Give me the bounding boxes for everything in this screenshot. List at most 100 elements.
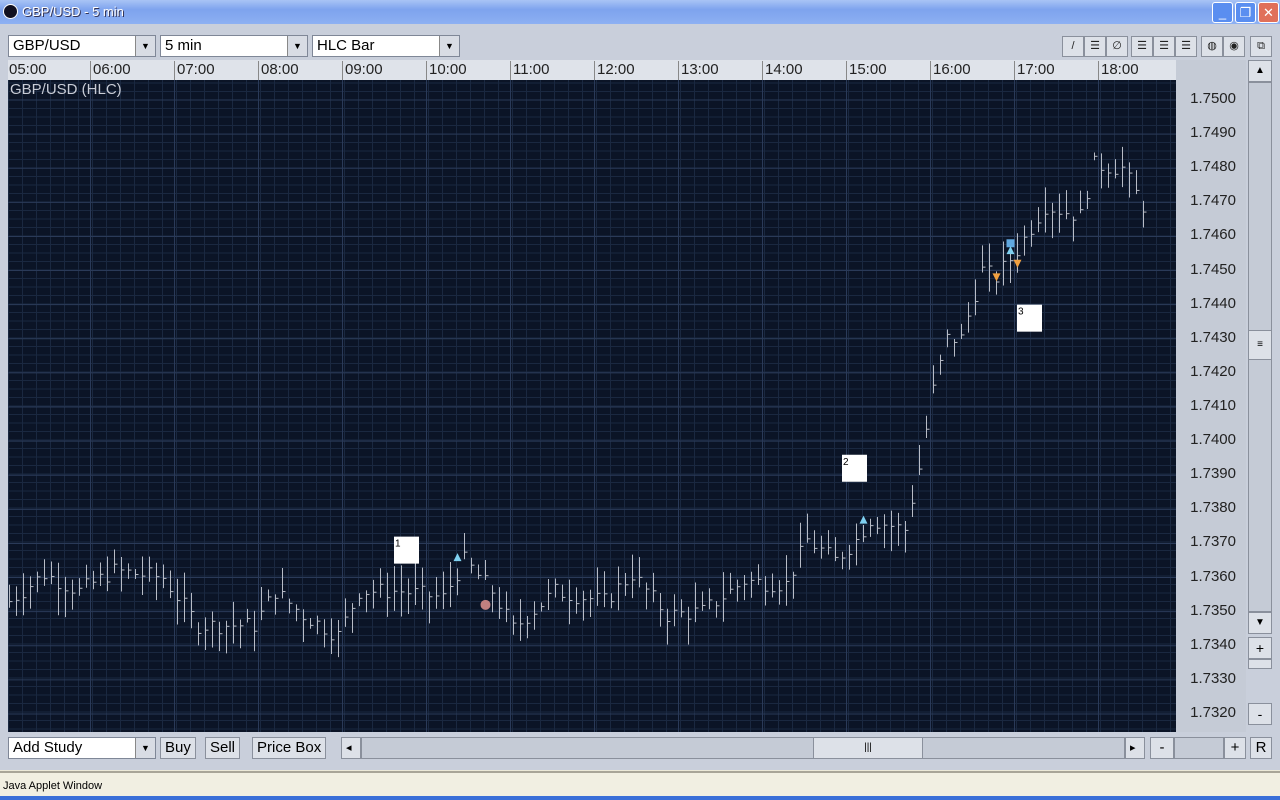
chart-area[interactable]: GBP/USD (HLC) 1 2 3 <box>6 80 1176 732</box>
taskbar-strip <box>0 796 1280 800</box>
time-tick-label: 08:00 <box>258 61 299 80</box>
add-study-label: Add Study <box>13 739 83 756</box>
circle-hatch-button[interactable]: ◍ <box>1201 36 1223 57</box>
scroll-right-button[interactable]: ▸ <box>1125 737 1145 759</box>
price-tick-label: 1.7370 <box>1190 533 1236 551</box>
symbol-select[interactable]: GBP/USD ▼ <box>8 35 156 57</box>
horizontal-lines-icon: ☰ <box>1090 40 1100 52</box>
close-button[interactable]: ✕ <box>1258 2 1279 23</box>
price-tick-label: 1.7320 <box>1190 704 1236 721</box>
add-study-select[interactable]: Add Study ▼ <box>8 737 156 759</box>
app-icon <box>3 4 18 19</box>
time-tick-label: 05:00 <box>8 61 47 80</box>
price-tick-label: 1.7380 <box>1190 499 1236 517</box>
exit-marker-icon <box>480 599 491 610</box>
stop-marker-icon <box>1006 239 1015 248</box>
price-tick-label: 1.7400 <box>1190 431 1236 449</box>
time-tick-label: 13:00 <box>678 61 719 80</box>
symbol-value: GBP/USD <box>13 37 81 54</box>
chart-title: GBP/USD (HLC) <box>10 81 122 98</box>
time-tick-label: 16:00 <box>930 61 971 80</box>
price-tick-label: 1.7360 <box>1190 567 1236 585</box>
gann-lines-icon: ☰ <box>1181 40 1191 52</box>
horizontal-scroll-thumb[interactable]: ||| <box>813 737 923 759</box>
circle-fill-button[interactable]: ◉ <box>1223 36 1245 57</box>
chart-type-value: HLC Bar <box>317 37 375 54</box>
no-draw-button[interactable]: ∅ <box>1106 36 1128 57</box>
price-tick-label: 1.7440 <box>1190 294 1236 312</box>
time-tick-label: 09:00 <box>342 61 383 80</box>
scroll-up-button[interactable]: ▲ <box>1248 60 1272 82</box>
title-bar: GBP/USD - 5 min _ ❐ ✕ <box>0 0 1280 24</box>
price-zoom-slider[interactable] <box>1248 659 1272 669</box>
annotation-label: 2 <box>843 457 849 468</box>
chevron-down-icon[interactable]: ▼ <box>135 738 155 758</box>
sell-button[interactable]: Sell <box>205 737 241 759</box>
gann-lines-button[interactable]: ☰ <box>1175 36 1197 57</box>
time-tick-label: 17:00 <box>1014 61 1055 80</box>
price-axis: 1.7500 1.7490 1.7480 1.7470 1.7460 1.7450 1.74… <box>1176 60 1246 732</box>
horizontal-scroll-track[interactable] <box>361 737 1125 759</box>
time-tick-label: 18:00 <box>1098 61 1139 80</box>
sell-marker-icon <box>992 273 1001 282</box>
horizontal-lines-button[interactable]: ☰ <box>1084 36 1106 57</box>
price-tick-label: 1.7480 <box>1190 158 1236 176</box>
price-box-button[interactable]: Price Box <box>252 737 327 759</box>
price-tick-label: 1.7340 <box>1190 635 1236 653</box>
zoom-in-time-button[interactable]: + <box>1224 737 1246 759</box>
price-tick-label: 1.7490 <box>1190 124 1236 142</box>
time-axis: 05:00 06:00 07:00 08:00 09:00 10:00 11:00 12:00… <box>8 60 1176 80</box>
interval-select[interactable]: 5 min ▼ <box>160 35 308 57</box>
price-tick-label: 1.7450 <box>1190 260 1236 278</box>
chevron-down-icon[interactable]: ▼ <box>439 36 459 56</box>
price-tick-label: 1.7460 <box>1190 226 1236 244</box>
status-bar: Java Applet Window <box>0 771 1280 796</box>
channel-lines-button[interactable]: ☰ <box>1153 36 1175 57</box>
price-tick-label: 1.7390 <box>1190 465 1236 483</box>
detach-button[interactable]: ⧉ <box>1250 36 1272 57</box>
fib-lines-button[interactable]: ☰ <box>1131 36 1153 57</box>
price-tick-label: 1.7350 <box>1190 601 1236 619</box>
price-tick-label: 1.7420 <box>1190 362 1236 380</box>
channel-lines-icon: ☰ <box>1159 40 1169 52</box>
reset-button[interactable]: R <box>1250 737 1272 759</box>
price-tick-label: 1.7470 <box>1190 192 1236 210</box>
price-tick-label: 1.7410 <box>1190 397 1236 414</box>
price-tick-label: 1.7500 <box>1190 90 1236 107</box>
price-tick-label: 1.7430 <box>1190 328 1236 346</box>
trend-line-button[interactable]: / <box>1062 36 1084 57</box>
time-tick-label: 14:00 <box>762 61 803 80</box>
scroll-left-button[interactable]: ◂ <box>341 737 361 759</box>
time-zoom-slider[interactable] <box>1174 737 1224 759</box>
window-title: GBP/USD - 5 min <box>22 4 124 19</box>
scroll-thumb[interactable]: ≡ <box>1248 330 1272 360</box>
trend-line-icon: / <box>1071 40 1075 52</box>
annotation-label: 1 <box>395 539 401 550</box>
zoom-out-price-button[interactable]: - <box>1248 703 1272 725</box>
bottom-toolbar: Add Study ▼ Buy Sell Price Box ◂ ||| ▸ - … <box>0 735 1280 761</box>
chevron-down-icon[interactable]: ▼ <box>135 36 155 56</box>
annotation-label: 3 <box>1018 307 1024 318</box>
circle-hatch-icon: ◍ <box>1207 40 1217 52</box>
time-tick-label: 11:00 <box>510 61 549 80</box>
scroll-down-button[interactable]: ▼ <box>1248 612 1272 634</box>
time-tick-label: 12:00 <box>594 61 635 80</box>
chevron-down-icon[interactable]: ▼ <box>287 36 307 56</box>
restore-button[interactable]: ❐ <box>1235 2 1256 23</box>
fib-lines-icon: ☰ <box>1137 40 1147 52</box>
price-chart: GBP/USD (HLC) 1 2 3 <box>6 80 1176 732</box>
vertical-scrollbar[interactable]: ▲ ≡ ▼ + - <box>1248 60 1272 760</box>
circle-fill-icon: ◉ <box>1229 40 1239 52</box>
time-tick-label: 06:00 <box>90 61 131 80</box>
minimize-button[interactable]: _ <box>1212 2 1233 23</box>
zoom-out-time-button[interactable]: - <box>1150 737 1174 759</box>
zoom-in-price-button[interactable]: + <box>1248 637 1272 659</box>
chart-type-select[interactable]: HLC Bar ▼ <box>312 35 460 57</box>
buy-button[interactable]: Buy <box>160 737 196 759</box>
price-tick-label: 1.7330 <box>1190 669 1236 687</box>
time-tick-label: 10:00 <box>426 61 467 80</box>
interval-value: 5 min <box>165 37 202 54</box>
time-tick-label: 07:00 <box>174 61 215 80</box>
time-tick-label: 15:00 <box>846 61 887 80</box>
buy-marker-icon <box>1006 246 1015 255</box>
